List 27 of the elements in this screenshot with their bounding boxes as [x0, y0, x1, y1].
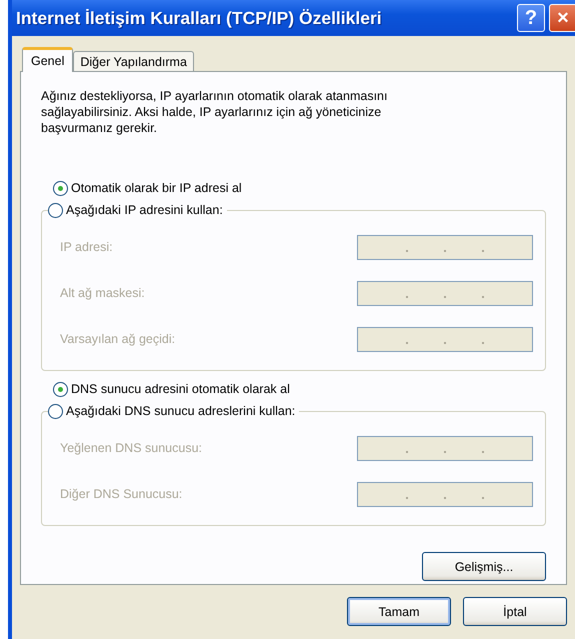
- radio-button[interactable]: [48, 202, 63, 218]
- radio-button[interactable]: [53, 382, 68, 396]
- tab[interactable]: Genel: [22, 47, 74, 72]
- ip-address-field[interactable]: [357, 234, 533, 260]
- radio-button[interactable]: [48, 404, 63, 418]
- ip-address-field[interactable]: [357, 280, 533, 306]
- close-button[interactable]: ×: [549, 4, 575, 32]
- help-button[interactable]: ?: [517, 4, 545, 32]
- radio-label[interactable]: Aşağıdaki DNS sunucu adreslerini kullan:: [66, 404, 296, 418]
- tab[interactable]: Diğer Yapılandırma: [73, 51, 194, 71]
- advanced-button[interactable]: Gelişmiş...: [422, 552, 546, 581]
- ip-address-field[interactable]: [357, 482, 533, 506]
- ip-address-field[interactable]: [357, 326, 533, 352]
- ip-address-field[interactable]: [357, 436, 533, 460]
- radio-button[interactable]: [53, 180, 68, 196]
- field-label: Alt ağ maskesi:: [60, 286, 145, 300]
- field-label: Yeğlenen DNS sunucusu:: [60, 441, 202, 455]
- dialog-button[interactable]: İptal: [463, 597, 567, 626]
- window-title: Internet İletişim Kuralları (TCP/IP) Özellikleri: [16, 8, 383, 28]
- radio-label[interactable]: DNS sunucu adresini otomatik olarak al: [71, 382, 290, 396]
- radio-label[interactable]: Aşağıdaki IP adresini kullan:: [66, 203, 223, 217]
- radio-label[interactable]: Otomatik olarak bir IP adresi al: [71, 181, 242, 195]
- field-label: Varsayılan ağ geçidi:: [60, 332, 176, 346]
- description-text: Ağınız destekliyorsa, IP ayarlarının otomatik olarak atanmasını sağlayabilirsiniz. Aksi halde, IP ayarlarınız için ağ yöneticinize başvurmanız gerekir.: [41, 88, 388, 136]
- field-label: Diğer DNS Sunucusu:: [60, 487, 182, 501]
- dialog-button[interactable]: Tamam: [347, 597, 451, 626]
- field-label: IP adresi:: [60, 240, 113, 254]
